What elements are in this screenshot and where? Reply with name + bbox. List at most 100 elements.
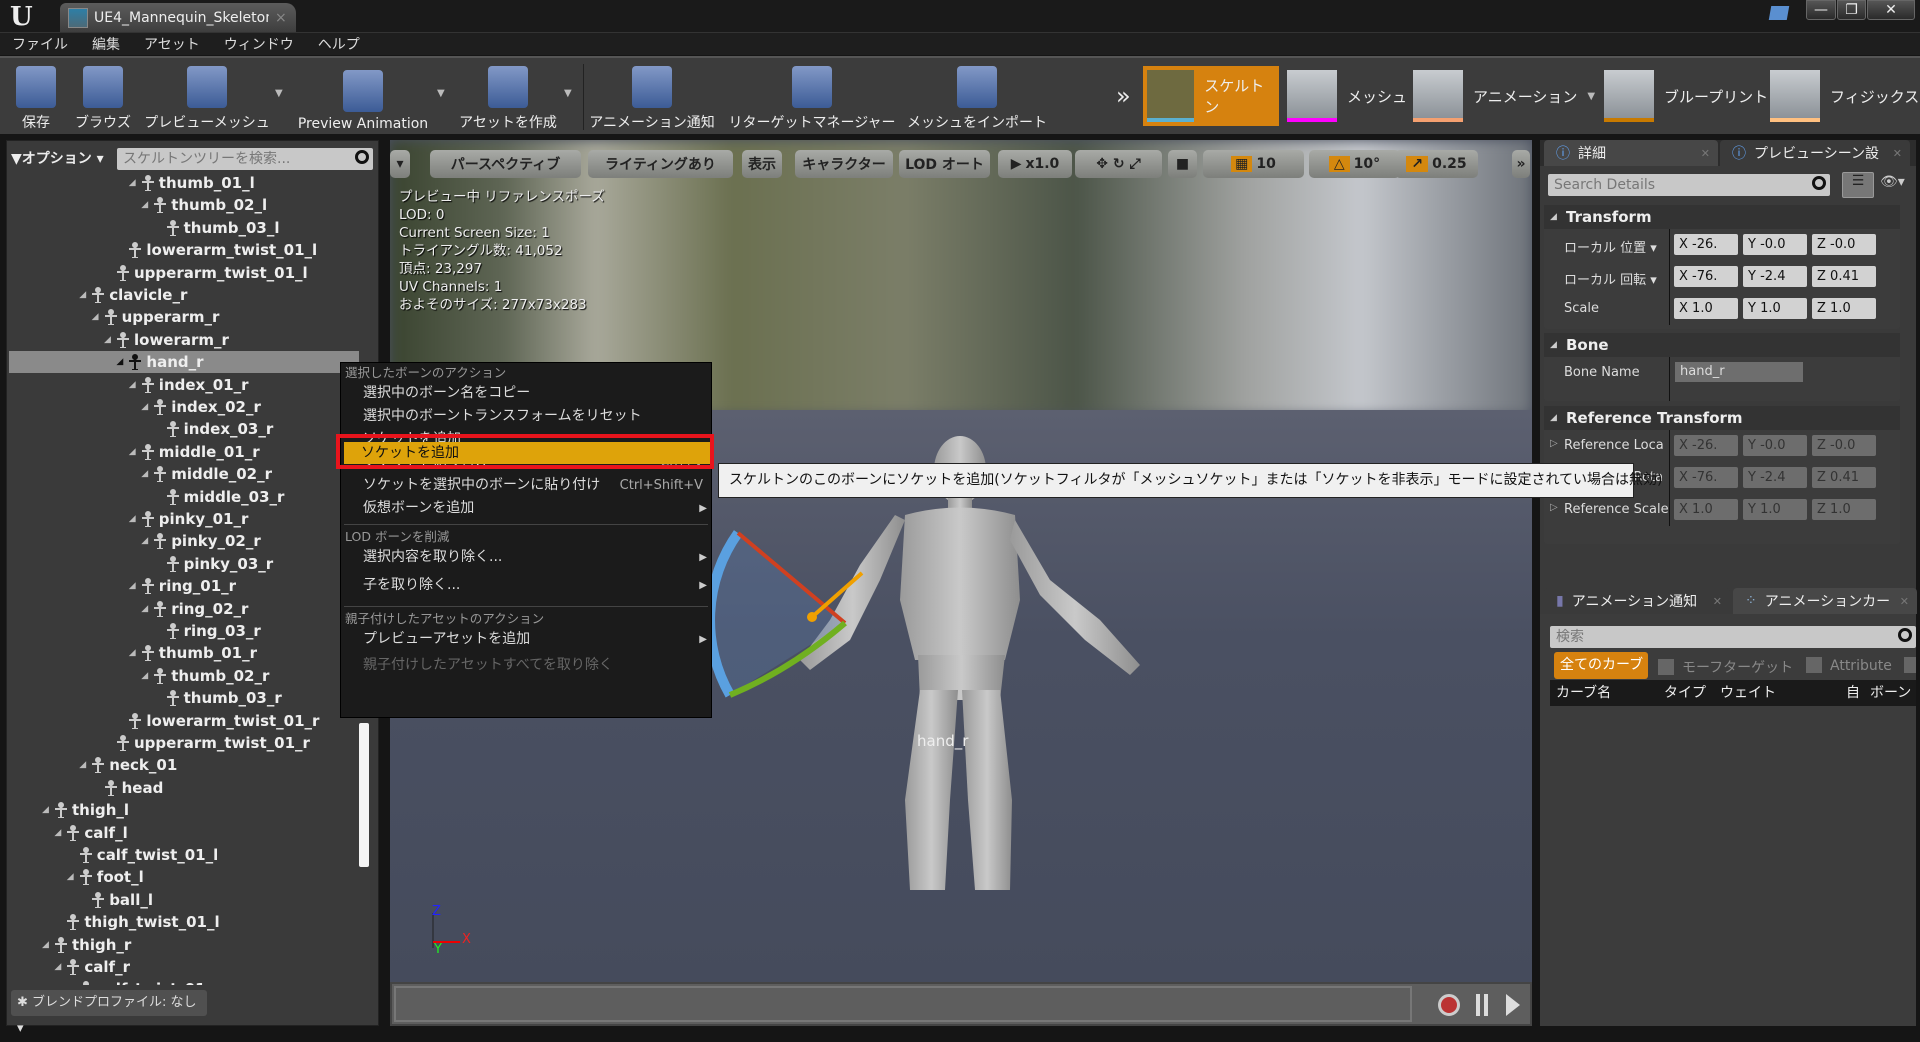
blend-profile-button[interactable]: ✱ ブレンドプロファイル: なし ▾ — [11, 990, 207, 1036]
menu-help[interactable]: ヘルプ — [318, 34, 360, 54]
bone-row[interactable]: ◢ ring_02_r — [9, 598, 359, 620]
vector-x-field[interactable]: X 1.0 — [1674, 298, 1738, 319]
mode-1[interactable]: メッシュ — [1287, 66, 1407, 126]
expand-arrow-icon[interactable]: ◢ — [141, 194, 148, 216]
expand-arrow-icon[interactable]: ◢ — [129, 508, 136, 530]
bone-row[interactable]: ◢ calf_l — [9, 822, 359, 844]
column-header[interactable]: ボーン — [1870, 680, 1911, 706]
bone-row[interactable]: ◢ thigh_l — [9, 799, 359, 821]
record-button[interactable] — [1438, 994, 1460, 1016]
camera-cube-button[interactable]: ■ — [1168, 150, 1197, 178]
bone-row[interactable]: ball_l — [9, 889, 359, 911]
document-tab[interactable]: UE4_Mannequin_Skeleton × — [60, 3, 296, 32]
bone-row[interactable]: calf_twist_01_l — [9, 844, 359, 866]
bone-row[interactable]: ring_03_r — [9, 620, 359, 642]
import-mesh-button[interactable]: メッシュをインポート — [897, 62, 1057, 132]
bone-row[interactable]: ◢ ring_01_r — [9, 575, 359, 597]
morph-target-checkbox[interactable]: モーフターゲット — [1658, 657, 1793, 677]
expand-arrow-icon[interactable]: ◢ — [141, 598, 148, 620]
play-speed-button[interactable]: ▶ x1.0 — [998, 150, 1072, 178]
expand-arrow-icon[interactable]: ◢ — [129, 575, 136, 597]
expand-arrow-icon[interactable]: ◢ — [141, 463, 148, 485]
mode-2[interactable]: アニメーション ▼ — [1413, 66, 1595, 126]
expand-arrow-icon[interactable]: ◢ — [129, 173, 136, 194]
details-search-input[interactable]: Search Details — [1548, 174, 1830, 196]
pause-button[interactable] — [1476, 994, 1488, 1016]
expand-arrow-icon[interactable]: ◢ — [79, 754, 86, 776]
highlighted-menu-item[interactable]: ソケットを追加 — [336, 434, 714, 469]
skeleton-search-input[interactable]: スケルトンツリーを検索... — [117, 148, 373, 170]
vector-x-field[interactable]: X -26. — [1674, 234, 1738, 255]
snap-toggle-icon[interactable]: △ — [1328, 156, 1350, 172]
bone-row[interactable]: thumb_03_l — [9, 217, 359, 239]
property-matrix-button[interactable]: ☰ — [1842, 172, 1874, 198]
vector-y-field[interactable]: Y -2.4 — [1743, 266, 1807, 287]
vector-z-field[interactable]: Z -0.0 — [1812, 234, 1876, 255]
visibility-eye-icon[interactable]: 👁▾ — [1880, 174, 1905, 190]
bone-row[interactable]: ◢ upperarm_r — [9, 306, 359, 328]
expand-arrow-icon[interactable]: ▷ — [1550, 438, 1558, 449]
bone-row[interactable]: ◢ thigh_r — [9, 934, 359, 956]
bone-header[interactable]: Bone — [1544, 333, 1900, 357]
vector-y-field[interactable]: Y 1.0 — [1743, 298, 1807, 319]
grid-snap-toggle-icon[interactable]: ▦ — [1231, 156, 1253, 172]
bone-row[interactable]: ◢ thumb_02_r — [9, 665, 359, 687]
expand-arrow-icon[interactable]: ▷ — [1550, 502, 1558, 513]
close-tab-icon[interactable]: ✕ — [1701, 147, 1710, 160]
expand-arrow-icon[interactable]: ◢ — [79, 284, 86, 306]
bone-row[interactable]: lowerarm_twist_01_l — [9, 239, 359, 261]
bone-row[interactable]: ◢ middle_01_r — [9, 441, 359, 463]
expand-arrow-icon[interactable]: ◢ — [129, 374, 136, 396]
bone-row[interactable]: middle_03_r — [9, 486, 359, 508]
vector-x-field[interactable]: X -76. — [1674, 266, 1738, 287]
column-header[interactable]: タイプ — [1664, 680, 1706, 706]
transform-header[interactable]: Transform — [1544, 205, 1900, 229]
dropdown-arrow-icon[interactable]: ▼ — [437, 88, 445, 99]
bone-row[interactable]: lowerarm_twist_01_r — [9, 710, 359, 732]
vector-z-field[interactable]: Z 0.41 — [1812, 266, 1876, 287]
scrub-track[interactable] — [394, 986, 1412, 1022]
bone-row[interactable]: ◢ index_01_r — [9, 374, 359, 396]
attribute-checkbox[interactable]: Attribute — [1806, 657, 1892, 674]
bone-row[interactable]: ◢ neck_01 — [9, 754, 359, 776]
transform-tools[interactable]: ✥ ↻ ⤢ — [1075, 150, 1162, 178]
bone-row[interactable]: head — [9, 777, 359, 799]
lighting-button[interactable]: ライティングあり — [588, 150, 733, 178]
menu-item[interactable]: 仮想ボーンを追加 ▶ — [341, 495, 711, 522]
snap-toggle-icon[interactable]: ↗ — [1406, 156, 1429, 172]
minimize-button[interactable]: — — [1806, 0, 1836, 20]
view-options-button[interactable]: ▾ — [390, 150, 410, 178]
column-header[interactable]: 自 — [1846, 680, 1860, 706]
character-button[interactable]: キャラクター — [795, 150, 893, 178]
options-button[interactable]: ▼オプション ▾ — [11, 148, 104, 168]
lod-button[interactable]: LOD オート — [899, 150, 990, 178]
menu-edit[interactable]: 編集 — [92, 34, 120, 54]
preview-mesh-button[interactable]: プレビューメッシュ — [127, 62, 287, 132]
bone-row[interactable]: ◢ thumb_02_l — [9, 194, 359, 216]
bone-row[interactable]: thigh_twist_01_l — [9, 911, 359, 933]
vector-z-field[interactable]: Z 1.0 — [1812, 298, 1876, 319]
grid-snap-button[interactable]: ▦ 10 — [1203, 150, 1304, 178]
expand-arrow-icon[interactable]: ◢ — [141, 530, 148, 552]
restore-button[interactable]: ❐ — [1837, 0, 1866, 20]
rotation-snap-button[interactable]: △ 10° — [1309, 150, 1400, 178]
retarget-button[interactable]: リターゲットマネージャー — [728, 62, 896, 132]
mode-3[interactable]: ブループリント — [1604, 66, 1768, 126]
toolbar-overflow-button[interactable]: » — [1512, 150, 1530, 178]
menu-asset[interactable]: アセット — [144, 34, 200, 54]
bone-row[interactable]: ◢ clavicle_r — [9, 284, 359, 306]
bone-row[interactable]: calf_twist_01_r — [9, 978, 359, 985]
expand-arrow-icon[interactable]: ◢ — [129, 642, 136, 664]
dropdown-arrow-icon[interactable]: ▼ — [1587, 91, 1595, 102]
add-socket-item[interactable]: ソケットを追加 — [344, 442, 710, 464]
bone-row[interactable]: ◢ lowerarm_r — [9, 329, 359, 351]
tab-anim-notify[interactable]: ▮ アニメーション通知 ✕ — [1544, 588, 1730, 614]
modes-overflow-button[interactable]: » — [1116, 66, 1131, 126]
scale-snap-button[interactable]: ↗ 0.25 — [1395, 150, 1478, 178]
vector-y-field[interactable]: Y -0.0 — [1743, 234, 1807, 255]
expand-arrow-icon[interactable]: ◢ — [54, 822, 61, 844]
expand-arrow-icon[interactable]: ◢ — [141, 665, 148, 687]
tab-close-icon[interactable]: × — [275, 10, 287, 26]
bone-row[interactable]: index_03_r — [9, 418, 359, 440]
anim-notify-button[interactable]: アニメーション通知 — [572, 62, 732, 132]
